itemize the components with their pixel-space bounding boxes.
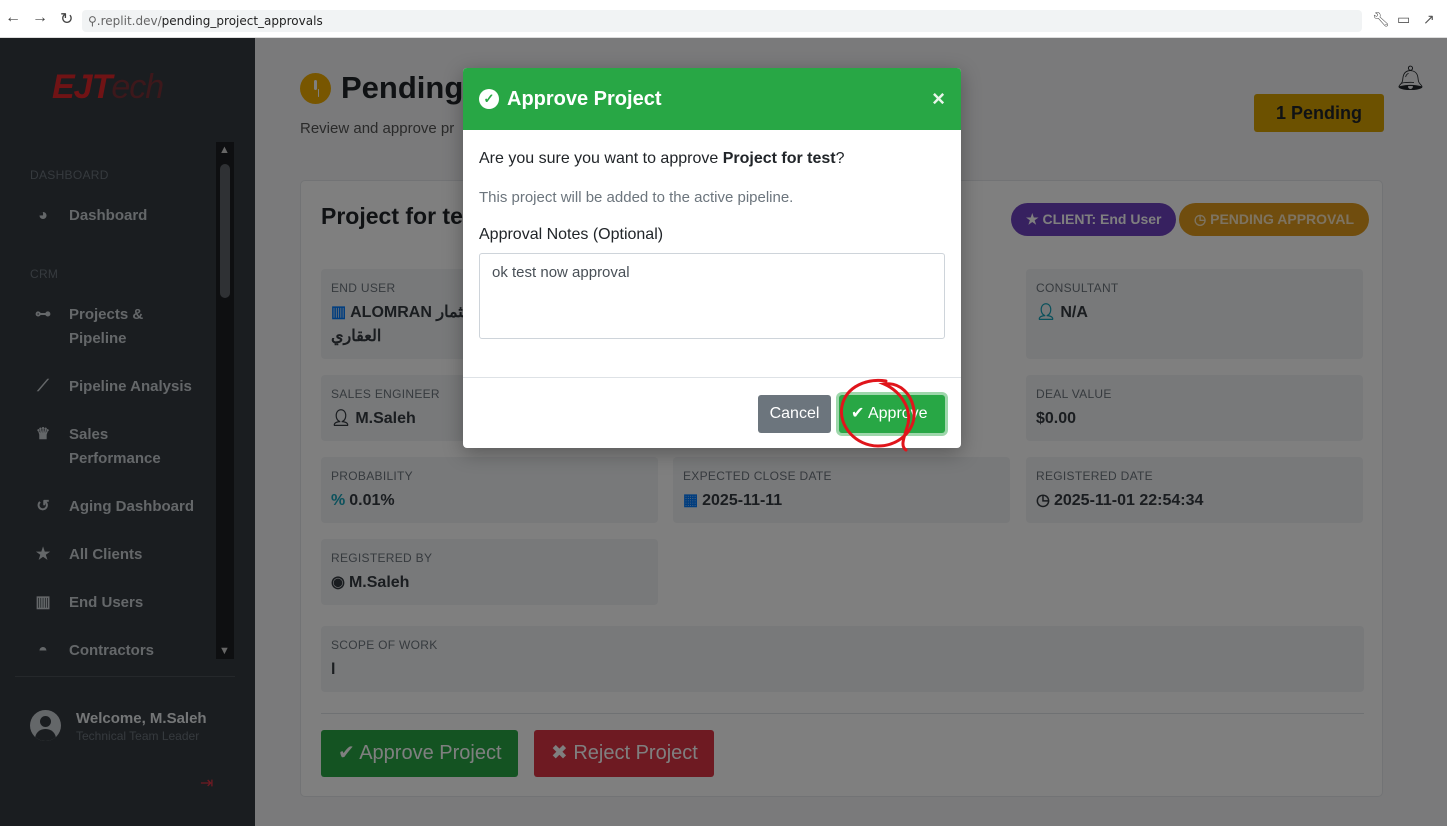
- link-icon: ⚲: [88, 14, 97, 28]
- question-suffix: ?: [835, 150, 845, 167]
- url-host: .replit.dev/: [96, 14, 162, 28]
- close-icon[interactable]: ×: [932, 86, 945, 112]
- page-edge: [1447, 0, 1452, 833]
- address-bar[interactable]: ⚲.replit.dev/pending_project_approvals: [82, 10, 1362, 32]
- modal-title: Approve Project: [507, 87, 662, 110]
- question-project: Project for test: [722, 150, 836, 167]
- devices-icon[interactable]: ▭: [1397, 11, 1410, 28]
- modal-info: This project will be added to the active…: [479, 189, 794, 206]
- approve-label: Approve: [867, 405, 928, 422]
- notes-label: Approval Notes (Optional): [479, 226, 664, 243]
- external-link-icon[interactable]: ↗: [1423, 11, 1435, 28]
- cancel-button[interactable]: Cancel: [758, 395, 831, 433]
- reload-icon[interactable]: ↻: [60, 9, 73, 29]
- arrow-left-icon[interactable]: ←: [5, 9, 21, 27]
- approve-modal: ✓ Approve Project × Are you sure you wan…: [463, 68, 961, 448]
- approve-button[interactable]: ✔ Approve: [839, 395, 945, 433]
- browser-toolbar: ← → ↻ ⚲.replit.dev/pending_project_appro…: [0, 4, 1447, 38]
- wrench-icon[interactable]: 🔧︎: [1372, 11, 1390, 28]
- question-prefix: Are you sure you want to approve: [479, 150, 723, 167]
- modal-header: ✓ Approve Project ×: [463, 68, 961, 130]
- check-circle-icon: ✓: [479, 89, 499, 109]
- url-path: pending_project_approvals: [161, 14, 323, 28]
- modal-footer: Cancel ✔ Approve: [463, 377, 961, 448]
- modal-body: Are you sure you want to approve Project…: [463, 130, 961, 344]
- arrow-right-icon[interactable]: →: [32, 9, 48, 27]
- check-icon: ✔: [851, 405, 868, 422]
- confirm-question: Are you sure you want to approve Project…: [479, 150, 945, 168]
- approval-notes-field[interactable]: ok test now approval: [479, 253, 945, 339]
- browser-window: ← → ↻ ⚲.replit.dev/pending_project_appro…: [0, 0, 1452, 833]
